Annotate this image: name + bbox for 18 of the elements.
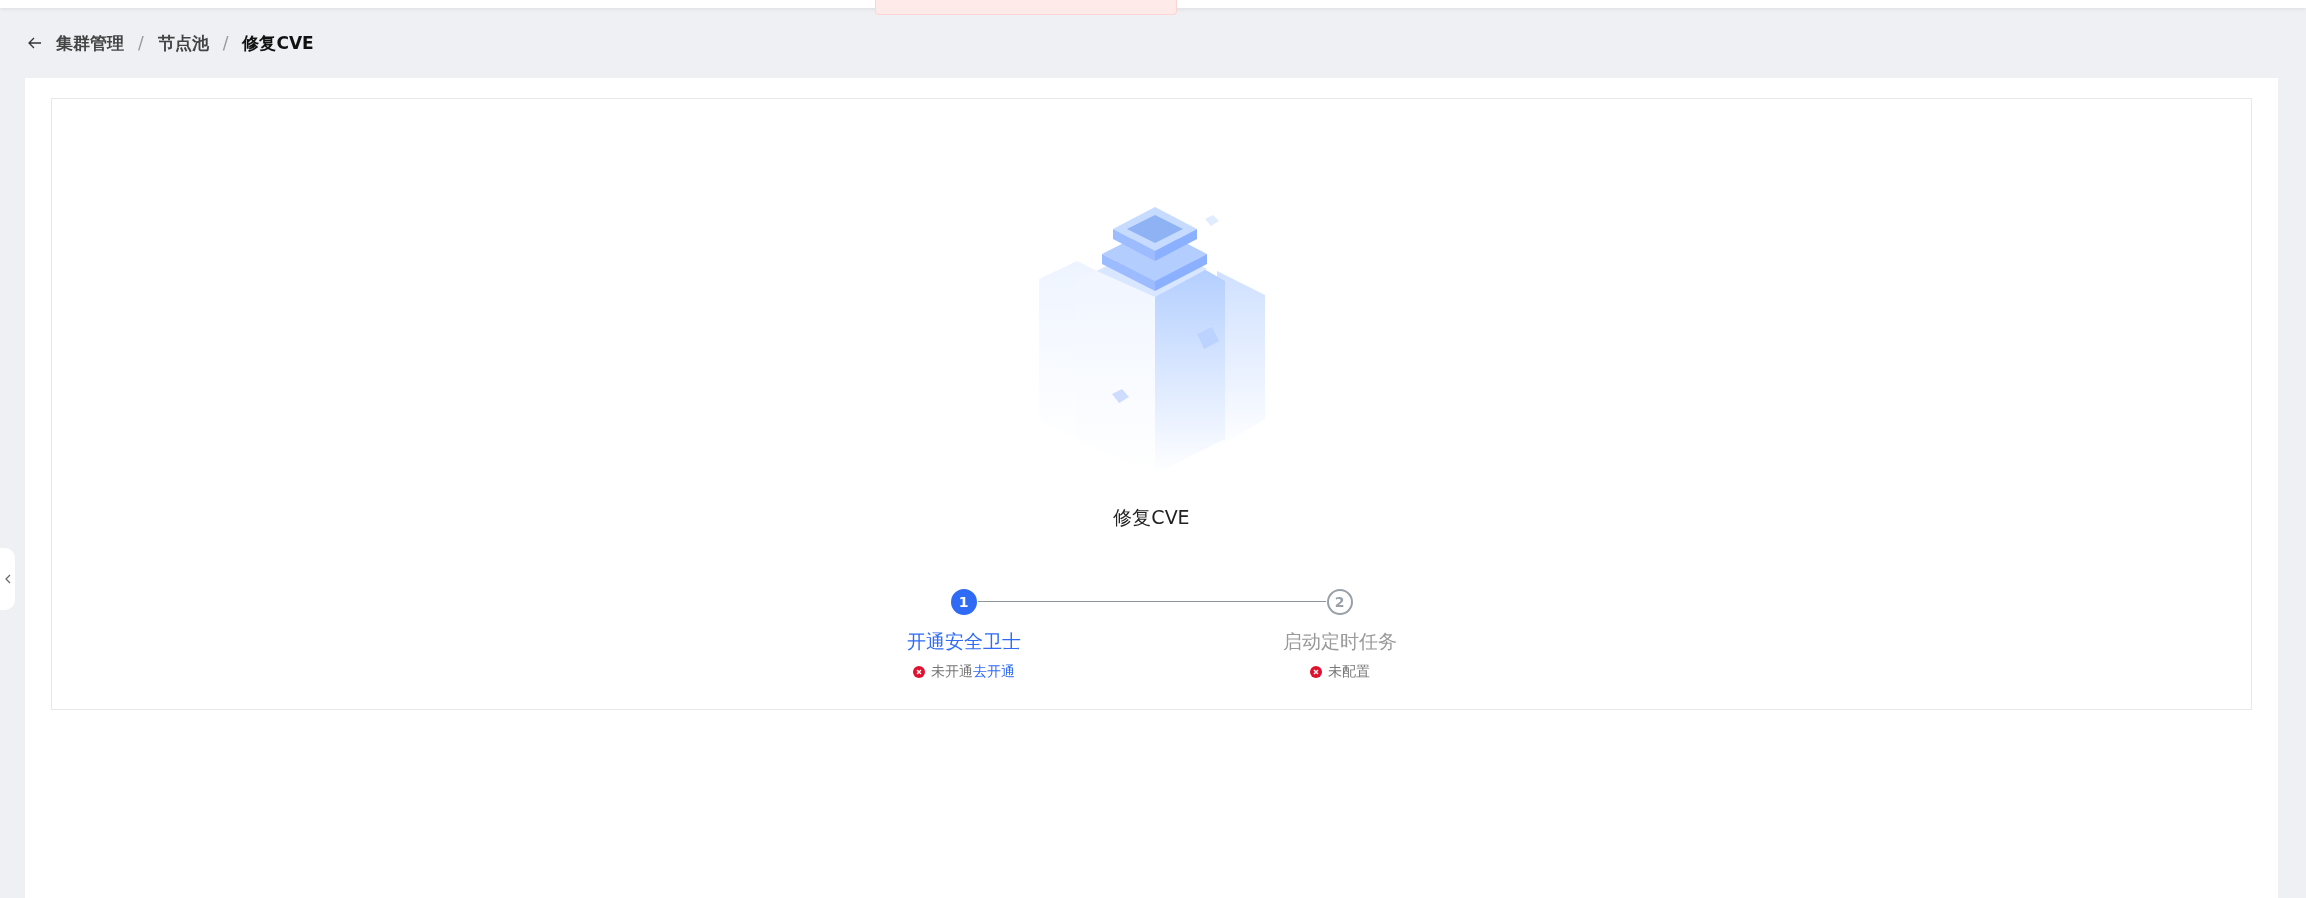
step-number: 1	[950, 589, 977, 615]
error-icon	[912, 666, 925, 678]
step-status: 未配置	[1327, 663, 1370, 681]
breadcrumb-separator: /	[222, 33, 229, 53]
breadcrumb-current: 修复CVE	[242, 31, 314, 55]
step-title: 开通安全卫士	[906, 629, 1021, 654]
step-status: 未开通	[930, 663, 973, 681]
breadcrumb-link[interactable]: 节点池	[157, 31, 209, 55]
feature-title: 修复CVE	[1113, 505, 1190, 530]
step-title: 启动定时任务	[1282, 629, 1397, 654]
step-number: 2	[1326, 589, 1353, 615]
enable-link[interactable]: 去开通	[972, 663, 1015, 681]
breadcrumb-separator: /	[138, 33, 144, 53]
chevron-left-icon	[4, 574, 11, 584]
sidebar-toggle[interactable]	[0, 548, 15, 610]
error-icon	[1309, 666, 1322, 678]
back-arrow-icon[interactable]	[28, 37, 42, 49]
breadcrumb-link[interactable]: 集群管理	[56, 31, 124, 55]
